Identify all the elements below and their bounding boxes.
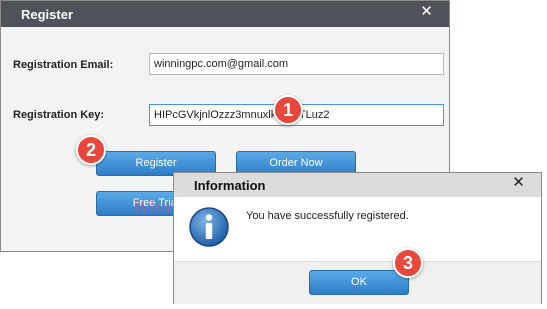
registration-key-label: Registration Key: xyxy=(13,109,105,121)
email-label: Registration Email: xyxy=(13,59,114,71)
information-icon xyxy=(189,207,229,247)
step-marker-1: 1 xyxy=(273,95,303,125)
register-titlebar: Register ✕ xyxy=(1,1,449,27)
information-footer: OK xyxy=(174,261,541,304)
register-close-button[interactable]: ✕ xyxy=(410,2,443,23)
information-titlebar: Information ✕ xyxy=(174,173,541,197)
information-dialog: Information ✕ You have successfully regi… xyxy=(173,172,542,304)
screenshot-stage: Register ✕ Registration Email: Registrat… xyxy=(0,0,547,309)
email-field[interactable] xyxy=(149,53,444,75)
step-marker-2: 2 xyxy=(76,135,106,165)
information-message: You have successfully registered. xyxy=(246,210,409,222)
information-dialog-title: Information xyxy=(194,178,266,193)
ok-button[interactable]: OK xyxy=(309,270,409,295)
step-marker-3: 3 xyxy=(393,248,423,278)
information-close-button[interactable]: ✕ xyxy=(502,173,535,194)
information-body: You have successfully registered. xyxy=(174,197,541,261)
register-window-title: Register xyxy=(21,7,74,22)
